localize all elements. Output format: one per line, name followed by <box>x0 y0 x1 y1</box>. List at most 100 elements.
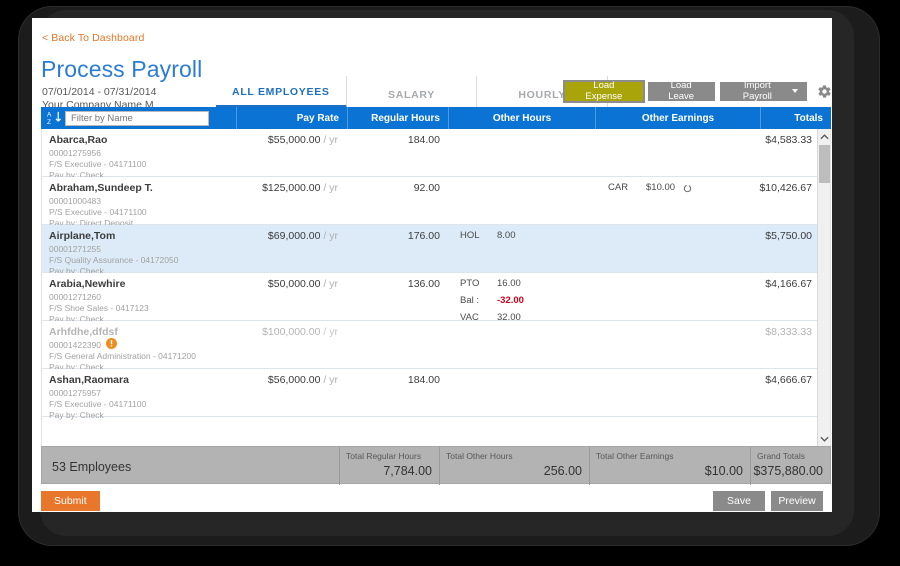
load-leave-button[interactable]: Load Leave <box>647 80 715 102</box>
employee-regular-hours[interactable]: 92.00 <box>345 182 440 194</box>
total-other-hours-cell: Total Other Hours 256.00 <box>439 447 589 485</box>
table-row[interactable]: Abraham,Sundeep T. 00001000483 P/S Executi… <box>42 177 830 228</box>
toolbar-actions: Load Expense Load Leave Import Payroll <box>565 80 832 102</box>
employee-department: F/S Quality Assurance - 04172050 <box>49 255 179 265</box>
total-other-hours-label: Total Other Hours <box>446 451 513 461</box>
scroll-up-arrow-icon[interactable] <box>818 129 830 143</box>
filter-by-name-input[interactable] <box>65 110 209 126</box>
employee-pay-rate: $50,000.00 / yr <box>203 278 338 290</box>
pay-rate-amount: $50,000.00 <box>267 278 321 290</box>
table-row[interactable]: Ashan,Raomara 00001275957 F/S Executive - … <box>42 369 830 420</box>
scrollbar-thumb[interactable] <box>819 145 830 183</box>
employee-name: Arhfdhe,dfdsf <box>49 326 118 338</box>
employee-count: 53 Employees <box>52 460 132 474</box>
totals-summary-bar: 53 Employees Total Regular Hours 7,784.0… <box>41 446 831 485</box>
employee-department: F/S Executive - 04171100 <box>49 159 147 169</box>
load-expense-button[interactable]: Load Expense <box>565 80 643 102</box>
employee-pay-rate: $100,000.00 / yr <box>203 326 338 338</box>
employee-id: 00001271260 <box>49 292 102 302</box>
other-hours-code: PTO <box>460 278 480 289</box>
table-row[interactable]: Abarca,Rao 00001275956 F/S Executive - 041… <box>42 129 830 180</box>
table-row[interactable]: Airplane,Tom 00001271255 F/S Quality Assur… <box>42 225 830 276</box>
table-row[interactable]: Arhfdhe,dfdsf 00001422390 F/S General Admi… <box>42 321 830 372</box>
save-button[interactable]: Save <box>713 491 765 511</box>
other-hours-code: Bal : <box>460 295 480 306</box>
employee-regular-hours[interactable]: 184.00 <box>345 374 440 386</box>
column-header-regular-hours[interactable]: Regular Hours <box>347 107 448 129</box>
total-other-earnings-cell: Total Other Earnings $10.00 <box>589 447 750 485</box>
total-regular-hours-value: 7,784.00 <box>383 464 432 478</box>
recurring-icon[interactable] <box>683 184 692 193</box>
column-header-other-hours[interactable]: Other Hours <box>448 107 595 129</box>
employee-id: 00001000483 <box>49 196 102 206</box>
warning-icon[interactable] <box>106 338 117 349</box>
total-other-hours-value: 256.00 <box>543 464 582 478</box>
table-scrollbar[interactable] <box>817 129 830 446</box>
other-hours-value[interactable]: 16.00 <box>497 278 521 289</box>
import-payroll-label: Import Payroll <box>742 80 772 102</box>
other-earnings-value[interactable]: $10.00 <box>646 182 675 193</box>
grand-totals-value: $375,880.00 <box>753 464 823 478</box>
chevron-down-icon <box>792 89 798 93</box>
tab-salary[interactable]: SALARY <box>347 76 478 108</box>
employee-pay-rate: $125,000.00 / yr <box>203 182 338 194</box>
pay-rate-unit: / yr <box>323 326 338 338</box>
employee-department: F/S General Administration - 04171200 <box>49 351 196 361</box>
employee-name: Abarca,Rao <box>49 134 108 146</box>
pay-rate-amount: $100,000.00 <box>262 326 321 338</box>
other-hours-value[interactable]: 8.00 <box>497 230 516 241</box>
svg-text:A: A <box>47 112 52 119</box>
pay-rate-unit: / yr <box>323 182 338 194</box>
footer-buttons: Save Preview <box>713 491 823 511</box>
employee-rows: Abarca,Rao 00001275956 F/S Executive - 041… <box>42 129 830 420</box>
tab-all-employees[interactable]: ALL EMPLOYEES <box>216 76 347 108</box>
employee-id: 00001422390 <box>49 340 102 350</box>
column-header-pay-rate[interactable]: Pay Rate <box>236 107 347 129</box>
pay-rate-unit: / yr <box>323 278 338 290</box>
employee-department: F/S Executive - 04171100 <box>49 399 147 409</box>
submit-button[interactable]: Submit <box>41 491 100 511</box>
page-title: Process Payroll <box>41 56 203 82</box>
table-row[interactable]: Arabia,Newhire 00001271260 F/S Shoe Sales … <box>42 273 830 324</box>
employee-id: 00001271255 <box>49 244 102 254</box>
pay-rate-amount: $69,000.00 <box>267 230 321 242</box>
employee-name: Abraham,Sundeep T. <box>49 182 153 194</box>
total-other-earnings-value: $10.00 <box>704 464 743 478</box>
employee-total: $10,426.67 <box>759 182 812 194</box>
employee-total: $4,666.67 <box>765 374 812 386</box>
total-regular-hours-cell: Total Regular Hours 7,784.00 <box>339 447 439 485</box>
total-regular-hours-label: Total Regular Hours <box>346 451 422 461</box>
pay-rate-unit: / yr <box>323 134 338 146</box>
column-header-totals[interactable]: Totals <box>760 107 831 129</box>
employee-regular-hours[interactable]: 176.00 <box>345 230 440 242</box>
employee-total: $4,583.33 <box>765 134 812 146</box>
employee-table-body: Abarca,Rao 00001275956 F/S Executive - 041… <box>41 129 831 446</box>
grand-totals-cell: Grand Totals $375,880.00 <box>750 447 830 485</box>
scroll-down-arrow-icon[interactable] <box>818 432 830 446</box>
employee-pay-rate: $55,000.00 / yr <box>203 134 338 146</box>
grand-totals-label: Grand Totals <box>757 451 806 461</box>
pay-rate-unit: / yr <box>323 230 338 242</box>
payroll-app-window: < Back To Dashboard Process Payroll 07/0… <box>32 18 832 512</box>
column-header-other-earnings[interactable]: Other Earnings <box>595 107 760 129</box>
other-hours-value[interactable]: -32.00 <box>497 295 524 306</box>
preview-button[interactable]: Preview <box>771 491 823 511</box>
employee-type-tabs: ALL EMPLOYEES SALARY HOURLY <box>216 76 609 108</box>
employee-total: $4,166.67 <box>765 278 812 290</box>
employee-regular-hours[interactable]: 136.00 <box>345 278 440 290</box>
employee-total: $5,750.00 <box>765 230 812 242</box>
sort-alpha-down-icon[interactable]: A Z <box>47 110 62 126</box>
employee-department: P/S Executive - 04171100 <box>49 207 147 217</box>
total-other-earnings-label: Total Other Earnings <box>596 451 674 461</box>
employee-regular-hours[interactable]: 184.00 <box>345 134 440 146</box>
other-earnings-code: CAR <box>608 182 629 193</box>
pay-rate-amount: $125,000.00 <box>262 182 321 194</box>
pay-period-range: 07/01/2014 - 07/31/2014 <box>42 86 157 98</box>
employee-name: Airplane,Tom <box>49 230 116 242</box>
back-to-dashboard-link[interactable]: < Back To Dashboard <box>42 32 144 44</box>
table-header: A Z Pay Rate Regular Hours Other Hours O… <box>41 107 831 129</box>
employee-id: 00001275956 <box>49 148 102 158</box>
import-payroll-button[interactable]: Import Payroll <box>719 80 807 102</box>
pay-rate-amount: $56,000.00 <box>267 374 321 386</box>
gear-icon[interactable] <box>817 84 832 99</box>
